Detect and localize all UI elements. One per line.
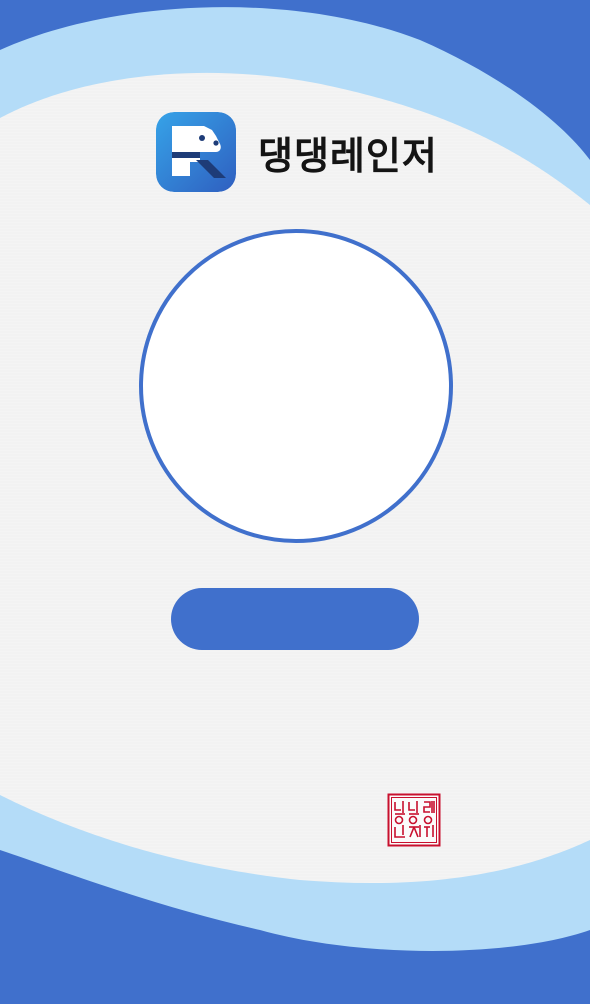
red-seal-stamp-icon [387,793,441,847]
brand-header: 댕댕레인저 [156,112,438,192]
splash-screen: 댕댕레인저 [0,0,590,1004]
app-name: 댕댕레인저 [258,133,438,178]
app-logo-icon [156,112,236,192]
profile-photo-placeholder[interactable] [139,229,453,543]
main-action-button[interactable] [171,588,419,650]
